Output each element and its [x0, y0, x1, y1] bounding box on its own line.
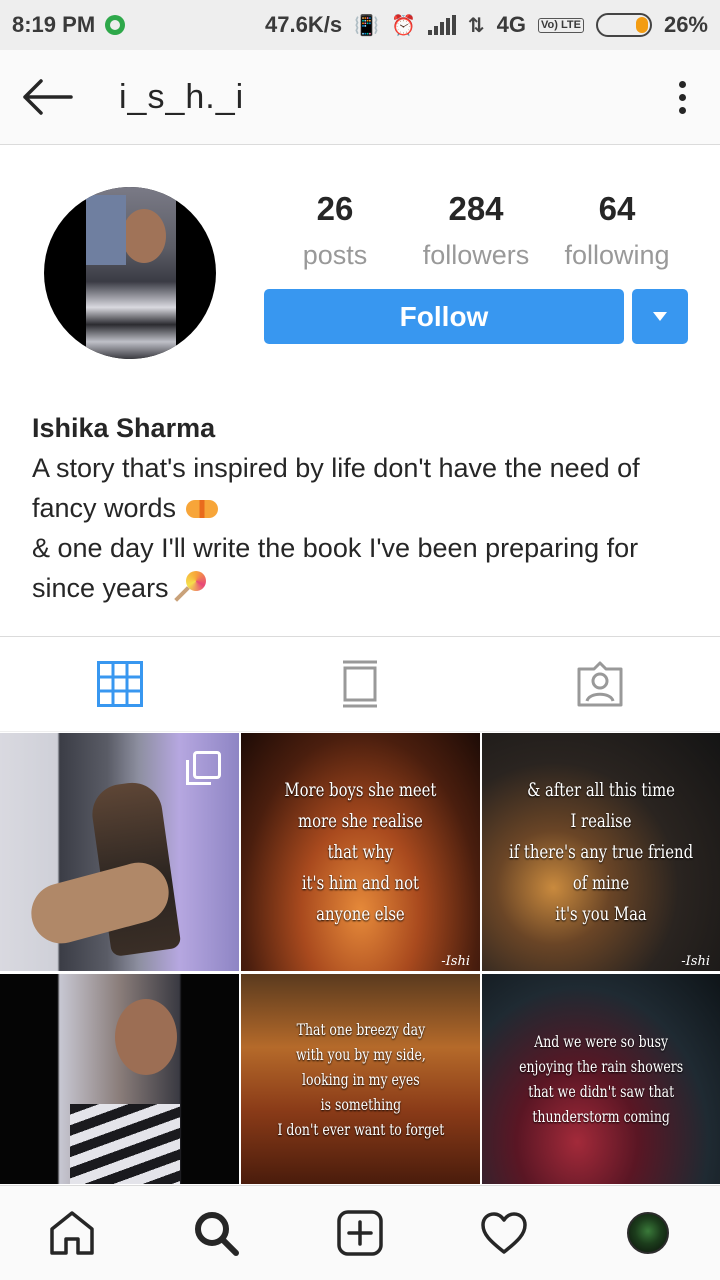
back-button[interactable]	[0, 50, 95, 145]
posts-count: 26	[316, 190, 354, 227]
ribbon-emoji-icon	[184, 498, 220, 520]
profile-full-name: Ishika Sharma	[32, 413, 216, 443]
bottom-navigation	[0, 1185, 720, 1280]
post-thumbnail[interactable]: That one breezy day with you by my side,…	[241, 974, 480, 1184]
following-count: 64	[598, 190, 636, 227]
lollipop-emoji-icon	[176, 571, 208, 603]
status-time: 8:19 PM	[12, 12, 96, 37]
more-options-button[interactable]	[644, 50, 720, 145]
following-label: following	[564, 240, 670, 270]
sync-icon	[105, 15, 126, 35]
profile-avatar[interactable]	[44, 187, 216, 359]
following-stat[interactable]: 64 following	[555, 190, 679, 271]
battery-percent: 26%	[663, 12, 708, 37]
post-quote-text: & after all this time I realise if there…	[508, 778, 694, 925]
post-quote-text: That one breezy day with you by my side,…	[277, 1019, 444, 1139]
chevron-down-icon	[653, 312, 667, 321]
feed-icon	[343, 660, 377, 708]
add-post-icon	[337, 1210, 383, 1256]
battery-icon	[595, 13, 652, 37]
nav-home[interactable]	[0, 1186, 144, 1280]
followers-label: followers	[422, 240, 530, 270]
profile-avatar-small	[627, 1212, 669, 1254]
signal-icon	[427, 15, 456, 35]
profile-tabs	[0, 636, 720, 732]
post-thumbnail[interactable]: More boys she meet more she realise that…	[241, 733, 480, 971]
data-arrows-icon: ⇅	[467, 14, 485, 37]
grid-icon	[97, 661, 143, 707]
tab-tagged[interactable]	[480, 637, 720, 731]
more-vertical-icon	[678, 80, 686, 88]
search-icon	[195, 1212, 239, 1256]
post-thumbnail[interactable]	[0, 974, 239, 1184]
posts-stat: 26 posts	[290, 190, 380, 271]
profile-bio: A story that's inspired by life don't ha…	[32, 448, 692, 608]
posts-label: posts	[302, 240, 368, 270]
suggested-accounts-button[interactable]	[632, 289, 688, 344]
post-thumbnail[interactable]: And we were so busy enjoying the rain sh…	[482, 974, 720, 1184]
nav-profile[interactable]	[576, 1186, 720, 1280]
tagged-icon	[577, 661, 623, 707]
post-signature: -Ishi	[681, 954, 710, 969]
tab-feed[interactable]	[240, 637, 480, 731]
network-speed: 47.6K/s	[265, 12, 343, 37]
tab-grid[interactable]	[0, 637, 240, 731]
volte-badge: Vo) LTE	[538, 17, 584, 33]
follow-button[interactable]: Follow	[264, 289, 624, 344]
carousel-icon	[186, 751, 221, 785]
status-bar: 8:19 PM 47.6K/s 📳 ⏰ ⇅ 4G Vo) LTE 26%	[0, 0, 720, 50]
network-type: 4G	[496, 12, 527, 37]
post-quote-text: And we were so busy enjoying the rain sh…	[518, 1032, 684, 1126]
bio-line-1: A story that's inspired by life don't ha…	[32, 453, 640, 523]
arrow-left-icon	[22, 79, 73, 115]
nav-activity[interactable]	[432, 1186, 576, 1280]
nav-new-post[interactable]	[288, 1186, 432, 1280]
alarm-icon: ⏰	[391, 14, 416, 37]
followers-stat[interactable]: 284 followers	[412, 190, 540, 271]
post-thumbnail[interactable]	[0, 733, 239, 971]
home-icon	[50, 1211, 94, 1255]
post-thumbnail[interactable]: & after all this time I realise if there…	[482, 733, 720, 971]
vibrate-icon: 📳	[354, 14, 379, 37]
header-username: i_s_h._i	[119, 77, 245, 116]
post-signature: -Ishi	[441, 954, 470, 969]
followers-count: 284	[448, 190, 504, 227]
nav-search[interactable]	[144, 1186, 288, 1280]
profile-header: i_s_h._i	[0, 50, 720, 145]
bio-line-2: & one day I'll write the book I've been …	[32, 533, 639, 603]
posts-grid: More boys she meet more she realise that…	[0, 733, 720, 1185]
post-quote-text: More boys she meet more she realise that…	[284, 778, 437, 925]
heart-icon	[481, 1212, 527, 1254]
